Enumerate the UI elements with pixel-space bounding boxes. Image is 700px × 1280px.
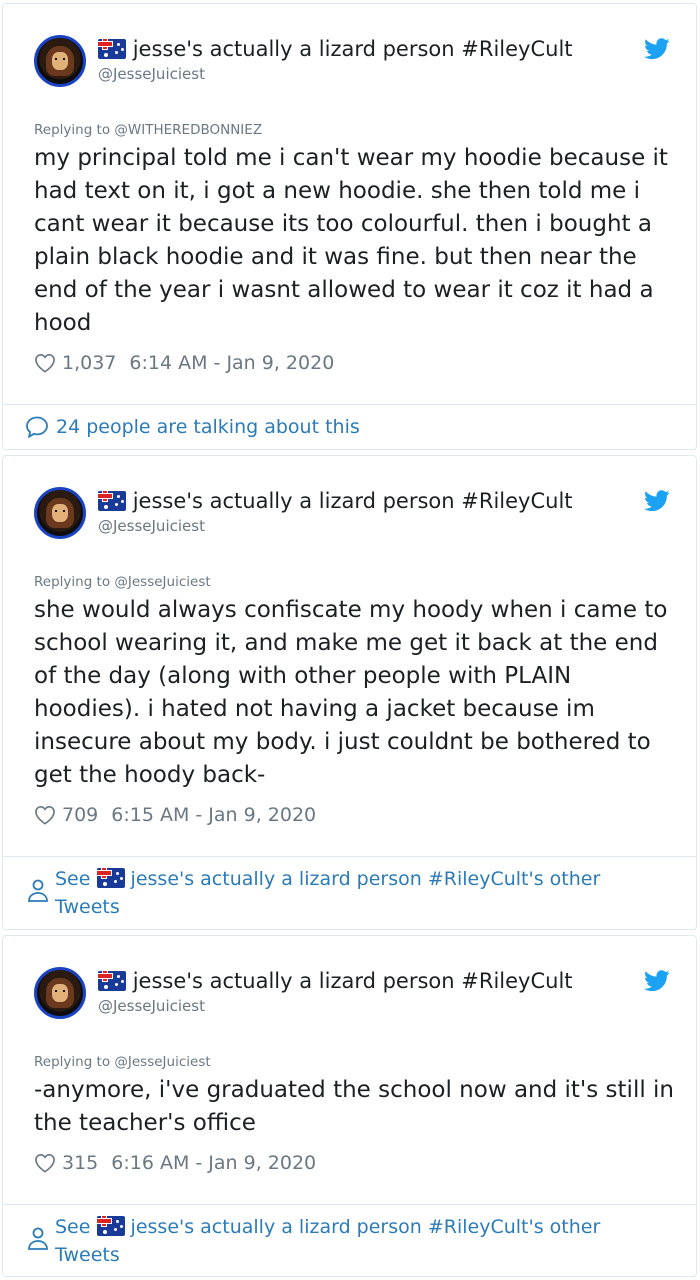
tweet-meta: 1,037 6:14 AM - Jan 9, 2020 bbox=[34, 352, 334, 374]
tweet-card-1[interactable]: jesse's actually a lizard person #RileyC… bbox=[2, 3, 697, 450]
australia-flag-icon bbox=[98, 39, 126, 59]
replying-to[interactable]: Replying to @JesseJuiciest bbox=[34, 574, 211, 590]
author-name[interactable]: jesse's actually a lizard person #RileyC… bbox=[98, 489, 573, 513]
twitter-bird-icon[interactable] bbox=[644, 38, 670, 60]
see-other-tweets-link[interactable]: See jesse's actually a lizard person #Ri… bbox=[25, 1213, 645, 1269]
heart-icon[interactable] bbox=[34, 805, 56, 825]
tweet-card-2[interactable]: jesse's actually a lizard person #RileyC… bbox=[2, 455, 697, 930]
timestamp[interactable]: 6:15 AM - Jan 9, 2020 bbox=[111, 804, 316, 826]
australia-flag-icon bbox=[98, 491, 126, 511]
person-icon bbox=[28, 1227, 48, 1250]
tweet-meta: 709 6:15 AM - Jan 9, 2020 bbox=[34, 804, 316, 826]
replying-to[interactable]: Replying to @JesseJuiciest bbox=[34, 1054, 211, 1070]
divider bbox=[3, 404, 696, 405]
author-handle[interactable]: @JesseJuiciest bbox=[98, 997, 205, 1015]
australia-flag-icon bbox=[98, 971, 126, 991]
australia-flag-icon bbox=[96, 1216, 125, 1236]
twitter-bird-icon[interactable] bbox=[644, 970, 670, 992]
tweet-text: my principal told me i can't wear my hoo… bbox=[34, 145, 668, 336]
avatar[interactable] bbox=[34, 35, 86, 87]
see-other-tweets-link[interactable]: See jesse's actually a lizard person #Ri… bbox=[25, 865, 645, 921]
person-icon bbox=[28, 879, 48, 902]
like-count[interactable]: 709 bbox=[62, 804, 98, 826]
conversation-link[interactable]: 24 people are talking about this bbox=[25, 415, 360, 439]
avatar[interactable] bbox=[34, 967, 86, 1019]
heart-icon[interactable] bbox=[34, 1153, 56, 1173]
author-handle[interactable]: @JesseJuiciest bbox=[98, 65, 205, 83]
avatar[interactable] bbox=[34, 487, 86, 539]
australia-flag-icon bbox=[96, 868, 125, 888]
like-count[interactable]: 315 bbox=[62, 1152, 98, 1174]
author-name[interactable]: jesse's actually a lizard person #RileyC… bbox=[98, 969, 573, 993]
timestamp[interactable]: 6:16 AM - Jan 9, 2020 bbox=[111, 1152, 316, 1174]
tweet-text: she would always confiscate my hoody whe… bbox=[34, 597, 668, 788]
tweet-text: -anymore, i've graduated the school now … bbox=[34, 1077, 675, 1136]
tweet-card-3[interactable]: jesse's actually a lizard person #RileyC… bbox=[2, 935, 697, 1277]
divider bbox=[3, 856, 696, 857]
speech-bubble-icon bbox=[26, 416, 48, 439]
heart-icon[interactable] bbox=[34, 353, 56, 373]
replying-to[interactable]: Replying to @WITHEREDBONNIEZ bbox=[34, 122, 262, 138]
tweet-meta: 315 6:16 AM - Jan 9, 2020 bbox=[34, 1152, 316, 1174]
divider bbox=[3, 1204, 696, 1205]
twitter-bird-icon[interactable] bbox=[644, 490, 670, 512]
author-handle[interactable]: @JesseJuiciest bbox=[98, 517, 205, 535]
author-name[interactable]: jesse's actually a lizard person #RileyC… bbox=[98, 37, 573, 61]
timestamp[interactable]: 6:14 AM - Jan 9, 2020 bbox=[129, 352, 334, 374]
like-count[interactable]: 1,037 bbox=[62, 352, 116, 374]
